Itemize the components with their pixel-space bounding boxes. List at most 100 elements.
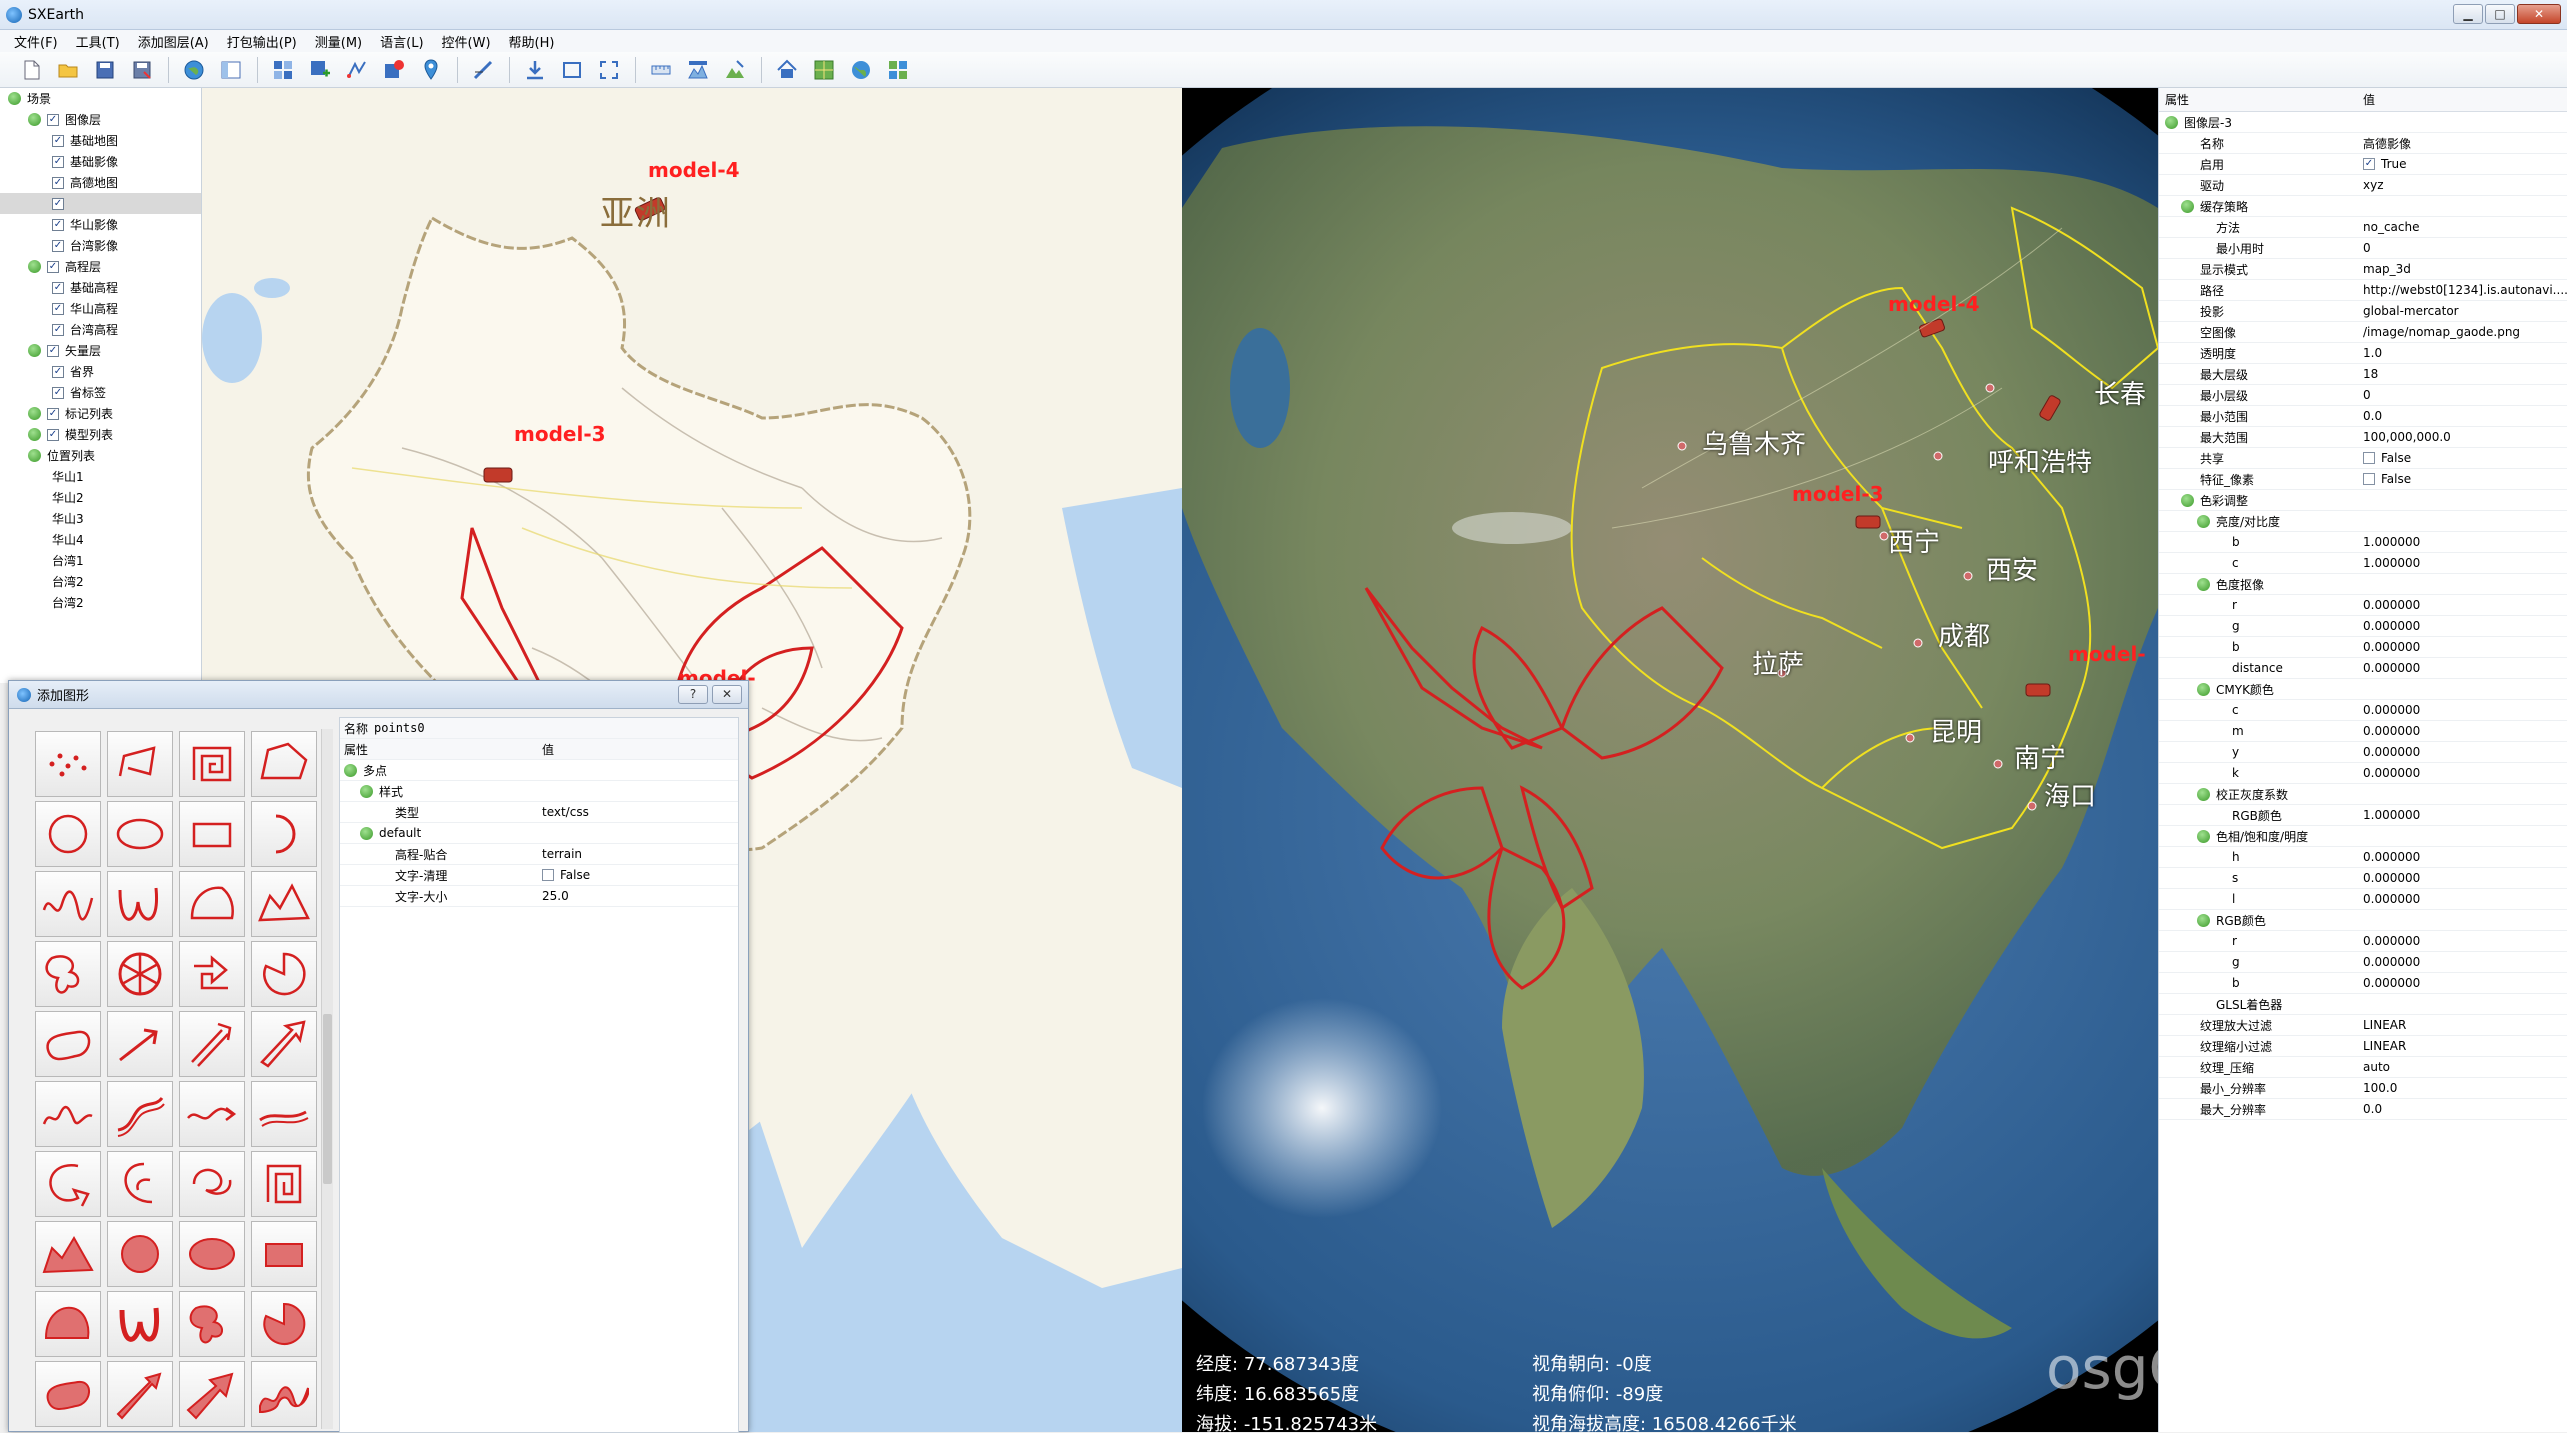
globe-3d-view[interactable]: 乌鲁木齐 长春 呼和浩特 西宁 西安 成都 拉萨 昆明 南宁 海口 model-… [1182, 88, 2158, 1432]
globe-button[interactable] [181, 57, 207, 83]
property-row[interactable]: 显示模式 map_3d [2159, 259, 2567, 280]
property-row[interactable]: 名称 高德影像 [2159, 133, 2567, 154]
shape-button[interactable] [251, 1361, 317, 1427]
measure-button[interactable] [470, 57, 496, 83]
shape-button[interactable] [35, 1291, 101, 1357]
shape-button[interactable] [251, 1221, 317, 1287]
shape-button[interactable] [179, 1291, 245, 1357]
property-row[interactable]: 最小层级 0 [2159, 385, 2567, 406]
property-row[interactable]: 缓存策略 [2159, 196, 2567, 217]
map-button[interactable] [811, 57, 837, 83]
layer-checkbox[interactable]: ✓ [52, 155, 64, 168]
terrain-edit-button[interactable] [722, 57, 748, 83]
property-checkbox[interactable] [2363, 473, 2375, 485]
property-row[interactable]: 启用 ✓ True [2159, 154, 2567, 175]
shape-button[interactable] [251, 1291, 317, 1357]
layer-checkbox[interactable]: ✓ [52, 281, 64, 294]
shape-button[interactable] [107, 941, 173, 1007]
new-file-button[interactable] [18, 57, 44, 83]
property-row[interactable]: 色度抠像 [2159, 574, 2567, 595]
shape-button[interactable] [251, 1151, 317, 1217]
home-button[interactable] [774, 57, 800, 83]
expand-icon[interactable] [28, 449, 41, 462]
property-row[interactable]: distance 0.000000 [2159, 658, 2567, 679]
globe-canvas[interactable] [1182, 88, 2158, 1432]
layer-checkbox[interactable]: ✓ [52, 302, 64, 315]
property-value-cell[interactable]: 100.0 [2359, 1081, 2567, 1095]
scene-tree-item[interactable]: 台湾2 [0, 592, 201, 613]
shape-button[interactable] [107, 1361, 173, 1427]
expand-icon[interactable] [2181, 493, 2194, 507]
property-row[interactable]: 文字-清理 False [340, 865, 738, 886]
property-row[interactable]: 校正灰度系数 [2159, 784, 2567, 805]
shape-button[interactable] [107, 1011, 173, 1077]
layer-checkbox[interactable]: ✓ [52, 218, 64, 231]
property-value-cell[interactable]: /image/nomap_gaode.png [2359, 325, 2567, 339]
property-row[interactable]: 样式 [340, 781, 738, 802]
save-button[interactable] [92, 57, 118, 83]
placemark-button[interactable] [418, 57, 444, 83]
shape-button[interactable] [35, 1081, 101, 1147]
scene-tree-item[interactable]: ✓ 华山影像 [0, 214, 201, 235]
property-row[interactable]: 路径 http://webst0[1234].is.autonavi.... [2159, 280, 2567, 301]
expand-icon[interactable] [360, 784, 373, 798]
download-button[interactable] [522, 57, 548, 83]
layer-checkbox[interactable]: ✓ [47, 428, 59, 441]
shape-button[interactable] [179, 941, 245, 1007]
property-value-cell[interactable]: 0.000000 [2359, 766, 2567, 780]
scene-tree-item[interactable]: ✓ 基础高程 [0, 277, 201, 298]
scene-tree-item[interactable]: ✓ [0, 193, 201, 214]
menu-help[interactable]: 帮助(H) [509, 32, 555, 51]
layer-checkbox[interactable]: ✓ [47, 113, 59, 126]
shape-button[interactable] [179, 1081, 245, 1147]
scene-tree-item[interactable]: ✓ 图像层 [0, 109, 201, 130]
scene-tree-item[interactable]: ✓ 高德地图 [0, 172, 201, 193]
property-value-cell[interactable]: 18 [2359, 367, 2567, 381]
scene-tree-item[interactable]: 华山2 [0, 487, 201, 508]
layer-checkbox[interactable]: ✓ [52, 197, 64, 210]
scene-tree-item[interactable]: 台湾2 [0, 571, 201, 592]
shape-button[interactable] [251, 1011, 317, 1077]
property-row[interactable]: 特征_像素 False [2159, 469, 2567, 490]
layer-checkbox[interactable]: ✓ [47, 407, 59, 420]
property-checkbox[interactable] [2363, 452, 2375, 464]
pin-layer-button[interactable] [381, 57, 407, 83]
add-layer-button[interactable] [307, 57, 333, 83]
shape-button[interactable] [35, 941, 101, 1007]
scene-tree-item[interactable]: 华山1 [0, 466, 201, 487]
open-folder-button[interactable] [55, 57, 81, 83]
expand-icon[interactable] [28, 260, 41, 273]
property-row[interactable]: r 0.000000 [2159, 595, 2567, 616]
shape-button[interactable] [107, 1221, 173, 1287]
property-value-cell[interactable]: 0.000000 [2359, 640, 2567, 654]
property-checkbox[interactable] [542, 869, 554, 881]
expand-icon[interactable] [2165, 115, 2178, 129]
shape-button[interactable] [107, 1151, 173, 1217]
menu-measure[interactable]: 测量(M) [315, 32, 362, 51]
expand-icon[interactable] [2197, 829, 2210, 843]
scene-tree-item[interactable]: ✓ 省界 [0, 361, 201, 382]
property-value-cell[interactable]: 0.000000 [2359, 892, 2567, 906]
shape-button[interactable] [179, 1011, 245, 1077]
property-row[interactable]: 方法 no_cache [2159, 217, 2567, 238]
property-value-cell[interactable]: 100,000,000.0 [2359, 430, 2567, 444]
property-value-cell[interactable]: 0.0 [2359, 1102, 2567, 1116]
scrollbar-thumb[interactable] [323, 1014, 332, 1184]
shape-button[interactable] [107, 871, 173, 937]
expand-icon[interactable] [2197, 514, 2210, 528]
property-row[interactable]: 空图像/image/nomap_gaode.png [2159, 322, 2567, 343]
property-row[interactable]: c 0.000000 [2159, 700, 2567, 721]
property-value-cell[interactable]: terrain [538, 847, 738, 861]
expand-icon[interactable] [2181, 199, 2194, 213]
expand-icon[interactable] [28, 344, 41, 357]
layer-checkbox[interactable]: ✓ [47, 260, 59, 273]
expand-icon[interactable] [344, 763, 357, 777]
property-row[interactable]: 高程-贴合 terrain [340, 844, 738, 865]
expand-icon[interactable] [2197, 913, 2210, 927]
property-row[interactable]: GLSL着色器 [2159, 994, 2567, 1015]
tile-button[interactable] [885, 57, 911, 83]
property-value-cell[interactable]: 0.000000 [2359, 724, 2567, 738]
property-row[interactable]: 图像层-3 [2159, 112, 2567, 133]
scene-tree-item[interactable]: ✓ 模型列表 [0, 424, 201, 445]
expand-icon[interactable] [2197, 787, 2210, 801]
